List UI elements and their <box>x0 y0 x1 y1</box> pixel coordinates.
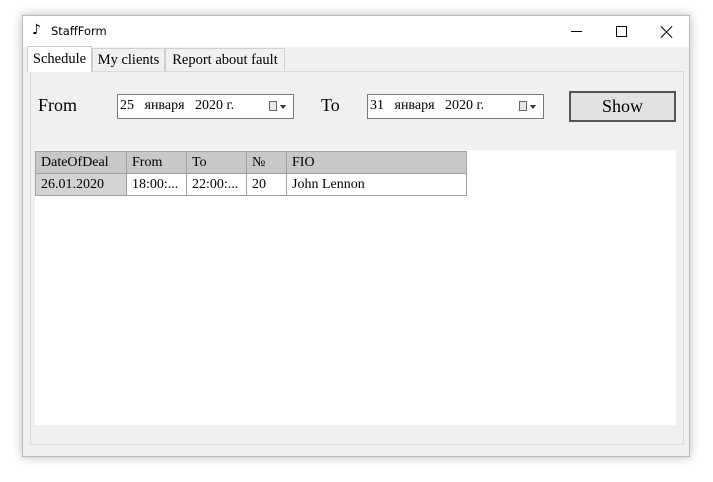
title-bar[interactable]: ♪ StaffForm <box>23 16 689 47</box>
staffform-window: ♪ StaffForm Schedule My clients Report a… <box>22 15 690 457</box>
window-title: StaffForm <box>51 24 107 38</box>
tab-report-about-fault[interactable]: Report about fault <box>165 48 285 71</box>
calendar-dropdown-icon[interactable] <box>519 101 537 113</box>
to-date-picker[interactable]: 31 января 2020 г. <box>367 94 544 119</box>
to-label: To <box>321 95 340 115</box>
music-note-icon: ♪ <box>32 22 41 38</box>
to-date-value: 31 января 2020 г. <box>370 98 485 113</box>
cell-number[interactable]: 20 <box>246 173 287 196</box>
calendar-dropdown-icon[interactable] <box>269 101 287 113</box>
cell-to[interactable]: 22:00:... <box>186 173 247 196</box>
column-header-dateofdeal[interactable]: DateOfDeal <box>35 151 127 174</box>
cell-fio[interactable]: John Lennon <box>286 173 467 196</box>
maximize-button[interactable] <box>598 16 644 47</box>
maximize-icon <box>615 26 627 37</box>
close-button[interactable] <box>644 16 690 47</box>
column-header-fio[interactable]: FIO <box>286 151 467 174</box>
cell-date-of-deal[interactable]: 26.01.2020 <box>35 173 127 196</box>
tab-schedule[interactable]: Schedule <box>27 46 92 72</box>
minimize-button[interactable] <box>553 16 599 47</box>
minimize-icon <box>570 31 582 32</box>
column-header-to[interactable]: To <box>186 151 247 174</box>
table-row[interactable]: 26.01.2020 18:00:... 22:00:... 20 John L… <box>35 173 467 196</box>
from-date-value: 25 января 2020 г. <box>120 98 235 113</box>
from-label: From <box>38 95 78 115</box>
show-button[interactable]: Show <box>569 91 676 122</box>
schedule-grid[interactable]: DateOfDeal From To № FIO 26.01.2020 18:0… <box>35 150 676 425</box>
column-header-number[interactable]: № <box>246 151 287 174</box>
close-icon <box>661 26 673 38</box>
cell-from[interactable]: 18:00:... <box>126 173 187 196</box>
table-header-row: DateOfDeal From To № FIO <box>35 151 467 174</box>
from-date-picker[interactable]: 25 января 2020 г. <box>117 94 294 119</box>
schedule-table: DateOfDeal From To № FIO 26.01.2020 18:0… <box>35 151 467 196</box>
tab-my-clients[interactable]: My clients <box>92 48 165 71</box>
column-header-from[interactable]: From <box>126 151 187 174</box>
